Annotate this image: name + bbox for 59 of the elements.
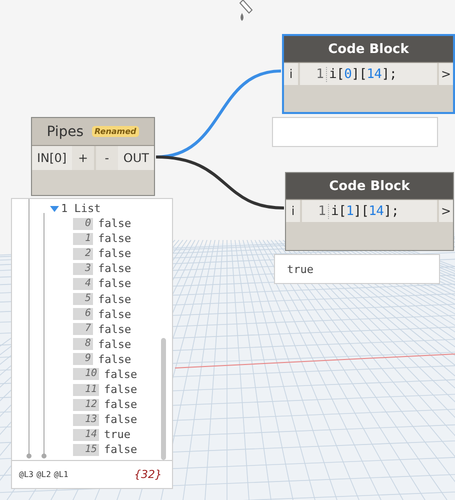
renamed-badge: Renamed [92,126,140,137]
list-value: false [98,262,132,276]
list-index: 10 [73,368,99,380]
list-index: 14 [73,428,99,441]
code-block-node[interactable]: Code Block i 1 i[1][14]; > [285,172,454,251]
scrollbar[interactable] [161,338,166,460]
output-port[interactable]: > [439,63,453,85]
list-value: false [104,368,138,381]
node-title: Code Block [328,42,409,56]
list-index: 8 [73,338,93,350]
list-value: false [98,292,132,306]
list-value: false [104,383,138,396]
node-title: Pipes [46,124,84,140]
list-index: 3 [73,262,93,275]
list-index: 12 [73,398,99,411]
list-header: 1 List [61,202,101,215]
list-value: false [104,443,138,456]
list-index: 1 [73,232,93,245]
line-number: 1 [300,66,327,82]
list-value: false [98,277,132,290]
code-line[interactable]: i[0][14]; [327,66,397,82]
list-value: false [98,322,132,336]
list-value: true [104,428,130,442]
node-title: Code Block [329,178,410,194]
list-index: 7 [73,323,93,336]
code-line[interactable]: i[1][14]; [329,204,399,218]
item-count: {32} [134,468,162,481]
list-index: 15 [73,444,99,456]
list-value: false [104,398,138,412]
output-port[interactable]: > [439,200,453,222]
list-value: false [104,413,138,426]
expand-icon[interactable] [50,206,59,212]
input-port[interactable]: IN[0] [32,146,72,170]
list-index: 2 [73,248,93,260]
input-port[interactable]: i [286,200,300,222]
level-label[interactable]: @L3 [19,470,34,479]
list-index: 4 [73,278,93,290]
list-value: false [98,308,132,321]
list-index: 6 [73,308,93,320]
list-index: 0 [73,218,93,230]
input-port[interactable]: i [284,63,298,85]
port-button[interactable]: - [96,146,118,170]
port-button[interactable]: + [72,146,94,170]
list-value: false [98,232,132,246]
list-index: 13 [73,414,99,426]
list-value: false [98,217,132,230]
list-index: 11 [73,384,99,396]
level-label[interactable]: @L2 [36,470,51,479]
list-index: 5 [73,293,93,306]
list-index: 9 [73,353,93,366]
output-port[interactable]: OUT [118,146,154,170]
code-block-node[interactable]: Code Block i 1 i[0][14]; > [282,34,455,114]
list-value: false [98,247,132,260]
list-value: false [98,338,132,351]
pipes-node[interactable]: Pipes Renamed IN[0] + - OUT [31,117,155,196]
level-label[interactable]: @L1 [54,470,68,479]
line-number: 1 [302,204,329,218]
list-value: false [98,352,132,366]
preview-value: true [287,262,314,276]
